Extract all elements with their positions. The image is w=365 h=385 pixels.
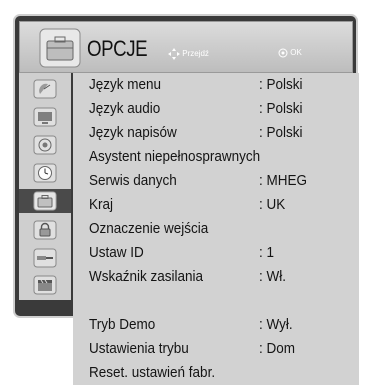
options-menu-list-continued: Tryb Demo : Wył. Ustawienia trybu : Dom … — [73, 300, 359, 385]
sidebar-item-time[interactable] — [23, 161, 67, 185]
ok-hint: OK — [278, 48, 302, 58]
menu-item-label: Oznaczenie wejścia — [89, 220, 209, 237]
menu-item-data-service[interactable]: Serwis danych : MHEG — [73, 169, 359, 193]
menu-item-value: : Polski — [259, 124, 303, 141]
menu-item-disability-assistance[interactable]: Asystent niepełnosprawnych — [73, 145, 359, 169]
menu-item-value: : 1 — [259, 244, 275, 261]
menu-item-value: : Dom — [259, 340, 296, 357]
menu-item-label: Język napisów — [89, 124, 177, 141]
menu-item-label: Kraj — [89, 196, 114, 213]
options-menu-list: Język menu : Polski Język audio : Polski… — [73, 73, 359, 300]
sidebar-item-audio[interactable] — [23, 133, 67, 157]
menu-item-label: Ustawienia trybu — [89, 340, 189, 357]
clock-icon — [33, 163, 57, 183]
menu-item-label: Asystent niepełnosprawnych — [89, 148, 261, 165]
menu-item-value: : MHEG — [259, 172, 308, 189]
briefcase-icon — [39, 28, 81, 68]
menu-item-label: Język menu — [89, 76, 162, 93]
input-cable-icon — [33, 248, 57, 268]
category-sidebar — [19, 73, 71, 300]
menu-item-value: : Polski — [259, 76, 303, 93]
sidebar-item-input[interactable] — [23, 246, 67, 270]
menu-item-value: : Wył. — [259, 316, 293, 333]
menu-item-label: Tryb Demo — [89, 316, 156, 333]
menu-item-mode-setting[interactable]: Ustawienia trybu : Dom — [73, 337, 359, 361]
sidebar-item-channel[interactable] — [23, 77, 67, 101]
sidebar-item-lock[interactable] — [23, 218, 67, 242]
navigation-hint: Przejdź — [168, 48, 209, 60]
ok-button-icon — [278, 48, 288, 58]
menu-item-power-indicator[interactable]: Wskaźnik zasilania : Wł. — [73, 265, 359, 289]
speaker-icon — [33, 135, 57, 155]
navigation-hint-label: Przejdź — [182, 49, 209, 59]
menu-item-subtitle-language[interactable]: Język napisów : Polski — [73, 121, 359, 145]
menu-item-factory-reset[interactable]: Reset. ustawień fabr. — [73, 361, 359, 385]
menu-item-value: : UK — [259, 196, 286, 213]
menu-item-value: : Polski — [259, 100, 303, 117]
sidebar-item-media[interactable] — [23, 273, 67, 297]
menu-item-label: Ustaw ID — [89, 244, 144, 261]
menu-header: OPCJE Przejdź OK — [19, 21, 353, 73]
menu-item-label: Serwis danych — [89, 172, 177, 189]
menu-item-demo-mode[interactable]: Tryb Demo : Wył. — [73, 313, 359, 337]
menu-item-value: : Wł. — [259, 268, 286, 285]
monitor-icon — [33, 107, 57, 127]
lock-icon — [33, 220, 57, 240]
menu-item-audio-language[interactable]: Język audio : Polski — [73, 97, 359, 121]
menu-item-menu-language[interactable]: Język menu : Polski — [73, 73, 359, 97]
menu-item-input-label[interactable]: Oznaczenie wejścia — [73, 217, 359, 241]
menu-item-country[interactable]: Kraj : UK — [73, 193, 359, 217]
dpad-icon — [168, 48, 180, 60]
sidebar-item-options[interactable] — [19, 189, 71, 213]
clapperboard-icon — [33, 275, 57, 295]
sidebar-item-picture[interactable] — [23, 105, 67, 129]
page-title: OPCJE — [87, 36, 148, 61]
menu-item-label: Reset. ustawień fabr. — [89, 364, 216, 381]
briefcase-icon — [33, 191, 57, 211]
menu-item-label: Wskaźnik zasilania — [89, 268, 204, 285]
menu-item-set-id[interactable]: Ustaw ID : 1 — [73, 241, 359, 265]
menu-item-label: Język audio — [89, 100, 161, 117]
satellite-dish-icon — [33, 79, 57, 99]
ok-hint-label: OK — [290, 48, 302, 58]
